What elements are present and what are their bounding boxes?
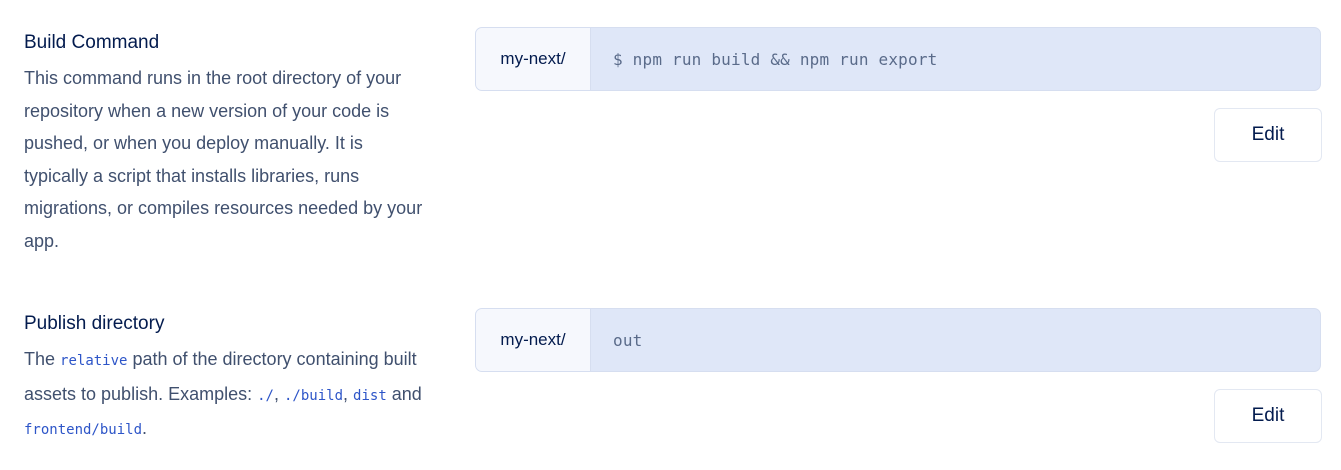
publish-directory-edit-button[interactable]: Edit (1214, 389, 1322, 443)
code-example: ./ (257, 387, 274, 404)
code-example: frontend/build (24, 422, 143, 439)
publish-directory-prefix: my-next/ (476, 309, 591, 371)
desc-text: , (343, 383, 354, 404)
build-command-edit-button[interactable]: Edit (1214, 108, 1322, 162)
build-command-field[interactable]: my-next/ $ npm run build && npm run expo… (475, 27, 1321, 91)
code-example: dist (353, 387, 387, 404)
desc-text: . (142, 418, 148, 439)
desc-text: and (386, 383, 422, 404)
code-relative: relative (60, 353, 128, 369)
build-command-description-block: Build Command This command runs in the r… (24, 30, 424, 258)
publish-directory-description-block: Publish directory The relative path of t… (24, 311, 424, 447)
desc-text: The (24, 349, 61, 369)
build-command-input[interactable]: $ npm run build && npm run export (591, 28, 1320, 90)
build-command-prefix: my-next/ (476, 28, 591, 90)
code-example: ./build (284, 387, 344, 404)
build-command-description: This command runs in the root directory … (24, 68, 423, 251)
publish-directory-title: Publish directory (24, 313, 165, 334)
publish-directory-field[interactable]: my-next/ out (475, 308, 1321, 372)
desc-text: , (273, 383, 284, 404)
build-command-title: Build Command (24, 32, 160, 53)
publish-directory-description: The relative path of the directory conta… (24, 343, 424, 447)
publish-directory-input[interactable]: out (591, 309, 1320, 371)
